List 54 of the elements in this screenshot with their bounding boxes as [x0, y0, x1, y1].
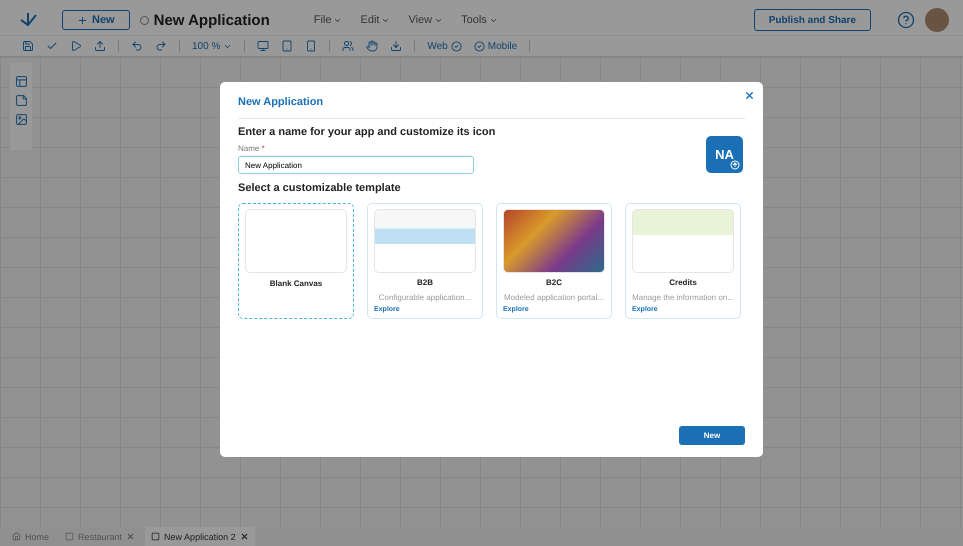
plus-icon: [77, 14, 88, 26]
close-icon[interactable]: [240, 532, 249, 541]
menu-item[interactable]: View: [404, 14, 448, 26]
page-icon: [65, 532, 74, 541]
close-icon[interactable]: [126, 532, 136, 541]
template-title: B2B: [416, 278, 434, 287]
download-icon[interactable]: [390, 40, 402, 52]
close-button[interactable]: [744, 90, 755, 101]
upload-icon[interactable]: [94, 40, 106, 52]
field-label: Name *: [238, 144, 266, 153]
undo-icon[interactable]: [131, 40, 143, 52]
hand-icon[interactable]: [366, 40, 378, 52]
layout-icon[interactable]: [14, 75, 28, 88]
name-field[interactable]: New Application: [238, 156, 474, 174]
template-title: Credits: [668, 278, 698, 287]
menu-item[interactable]: File: [310, 14, 346, 26]
phone-icon[interactable]: [305, 40, 318, 52]
logo-icon[interactable]: [18, 11, 38, 29]
upload-icon[interactable]: [730, 160, 740, 170]
new-button[interactable]: New: [62, 10, 130, 30]
page-icon: [151, 532, 160, 541]
avatar[interactable]: [925, 8, 949, 32]
template-title: B2C: [544, 278, 563, 287]
web-toggle[interactable]: Web: [427, 40, 462, 52]
check-icon[interactable]: [46, 40, 58, 52]
menu-item[interactable]: Tools: [457, 14, 502, 26]
app-title: New Application: [140, 12, 270, 28]
publish-button[interactable]: Publish and Share: [754, 9, 871, 31]
bottom-tab[interactable]: New Application 2: [145, 527, 255, 546]
image-icon[interactable]: [14, 113, 28, 126]
template-description: Configurable application...: [378, 293, 472, 302]
home-icon: [12, 532, 21, 541]
users-icon[interactable]: [342, 40, 354, 52]
desktop-icon[interactable]: [257, 40, 270, 52]
help-icon[interactable]: [897, 11, 915, 29]
template-description: Manage the information on...: [632, 293, 734, 302]
menu-item[interactable]: Edit: [356, 14, 394, 26]
app-icon[interactable]: NA: [706, 136, 743, 173]
new-button[interactable]: New: [679, 426, 745, 445]
template-title: Blank Canvas: [268, 279, 324, 288]
check-circle-icon: [474, 40, 485, 52]
dialog-title: New Application: [238, 94, 745, 119]
check-circle-icon: [450, 40, 462, 52]
tablet-icon[interactable]: [281, 40, 294, 52]
heading: Select a customizable template: [238, 182, 402, 194]
save-icon[interactable]: [22, 40, 34, 52]
note-icon[interactable]: [14, 94, 28, 107]
mobile-toggle[interactable]: Mobile: [474, 40, 518, 52]
redo-icon[interactable]: [155, 40, 167, 52]
zoom-dropdown[interactable]: 100 %: [192, 40, 232, 52]
template-description: Modeled application portal...: [503, 293, 605, 302]
heading: Enter a name for your app and customize its icon: [238, 126, 496, 138]
template-card[interactable]: Blank Canvas: [238, 203, 354, 319]
play-icon[interactable]: [70, 40, 82, 52]
